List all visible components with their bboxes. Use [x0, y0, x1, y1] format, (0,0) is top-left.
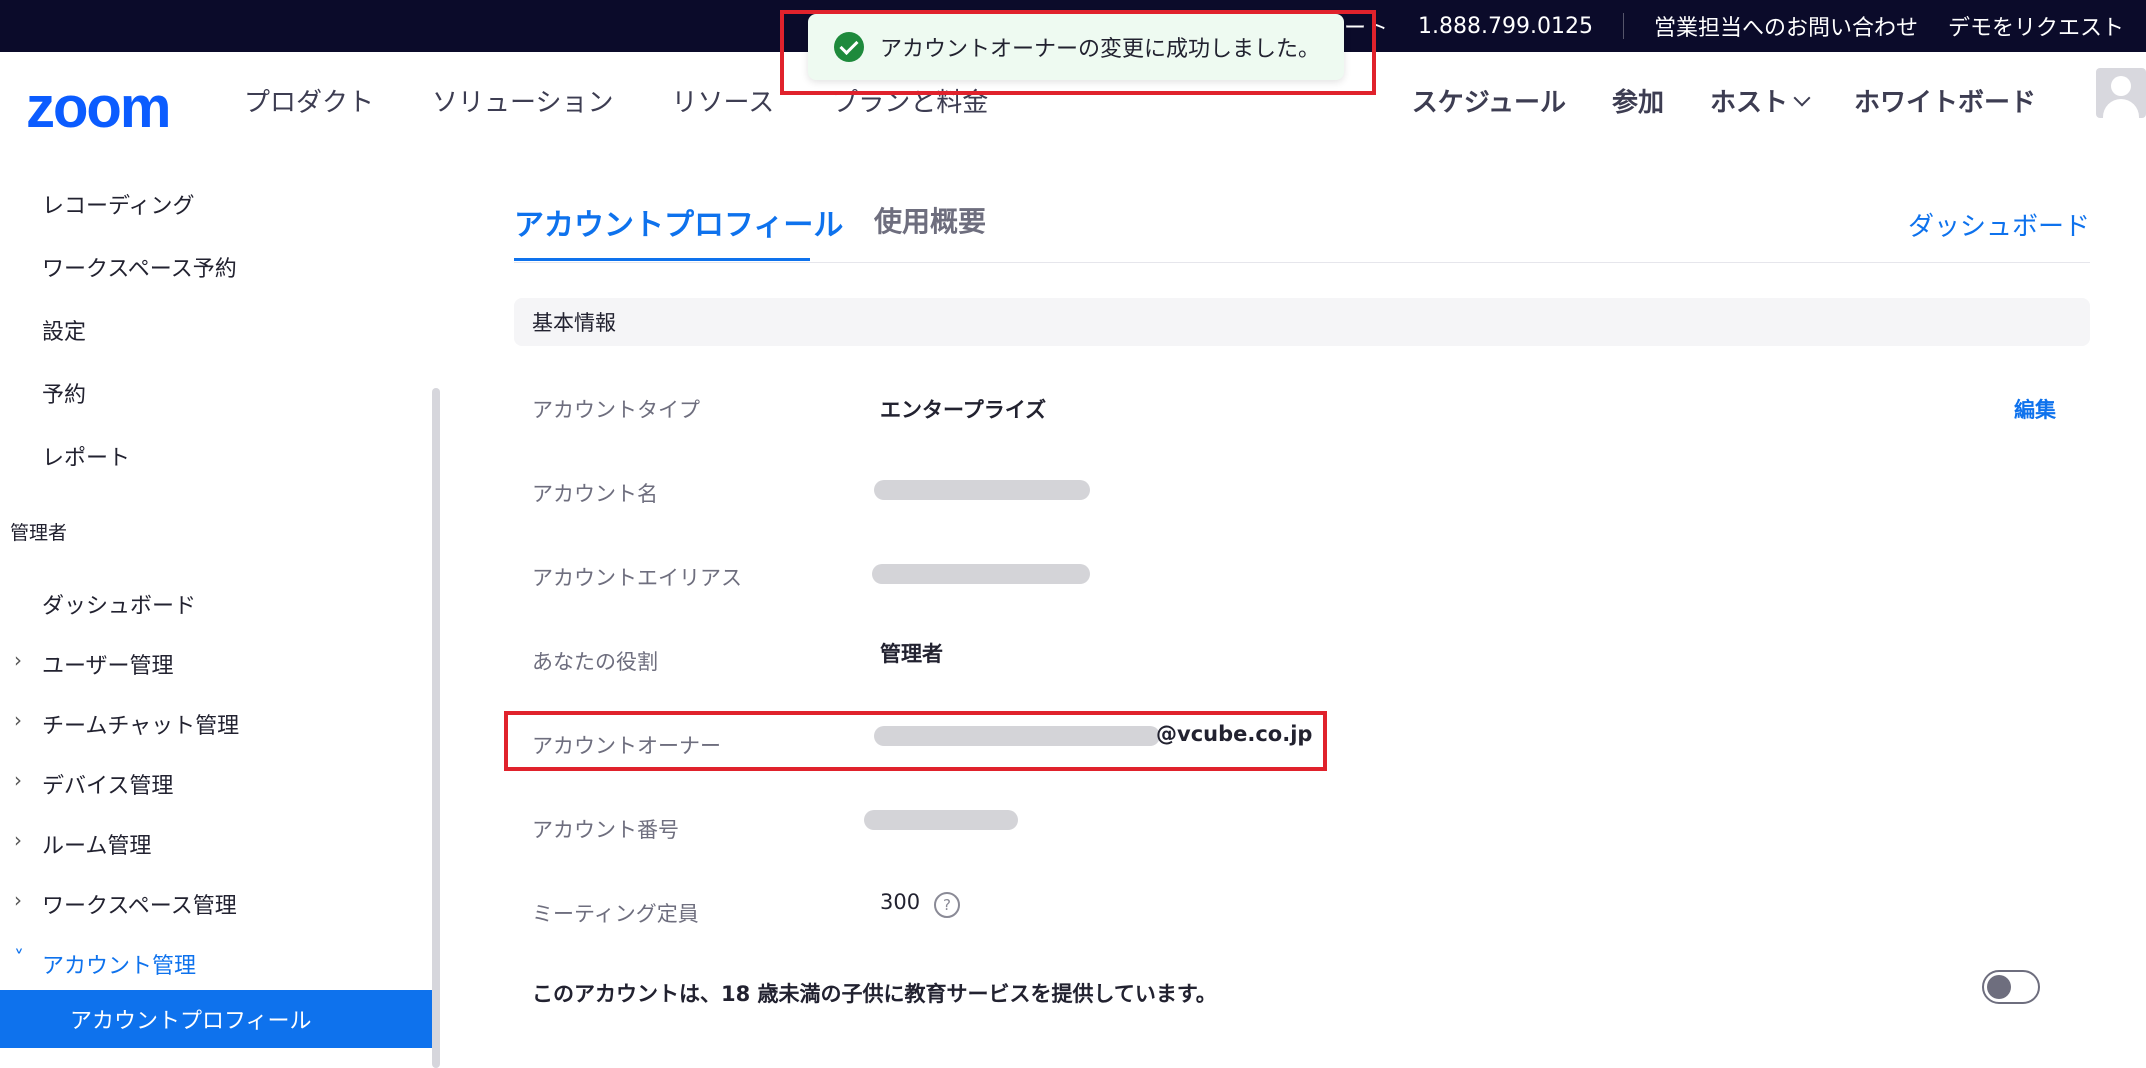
- toast-highlight-box: [780, 10, 1376, 95]
- meeting-capacity-label: ミーティング定員: [532, 902, 699, 926]
- meeting-capacity-value: 300: [880, 890, 921, 914]
- divider: [1622, 13, 1624, 39]
- chevron-right-icon: ›: [14, 888, 22, 912]
- tab-bar: アカウントプロフィール 使用概要 ダッシュボード: [514, 200, 2090, 263]
- account-type-value: エンタープライズ: [880, 398, 1047, 422]
- teen-education-toggle[interactable]: [1982, 970, 2040, 1004]
- role-label: あなたの役割: [532, 650, 658, 674]
- nav-host-label: ホスト: [1709, 88, 1788, 118]
- sidebar-item-user-management[interactable]: ユーザー管理: [42, 648, 174, 680]
- sidebar-item-recording[interactable]: レコーディング: [42, 188, 194, 220]
- redacted-account-number: [864, 810, 1018, 830]
- account-alias-label: アカウントエイリアス: [532, 566, 742, 590]
- utility-links: サポート 1.888.799.0125 営業担当へのお問い合わせ デモをリクエス…: [1270, 0, 2124, 52]
- sidebar-item-reservation[interactable]: 予約: [42, 377, 86, 409]
- toggle-knob: [1987, 975, 2011, 999]
- chevron-down-icon: [1793, 89, 1811, 106]
- sidebar-item-label: アカウントプロフィール: [70, 1009, 312, 1034]
- sidebar-item-report[interactable]: レポート: [42, 440, 130, 472]
- dashboard-link[interactable]: ダッシュボード: [1908, 206, 2090, 243]
- role-value: 管理者: [880, 642, 943, 666]
- nav-right: スケジュール 参加 ホスト ホワイトボード: [1366, 82, 2036, 119]
- chevron-right-icon: ›: [14, 768, 22, 792]
- account-type-label: アカウントタイプ: [532, 398, 700, 422]
- edit-button[interactable]: 編集: [2014, 394, 2056, 424]
- section-title: 基本情報: [532, 311, 616, 335]
- nav-join[interactable]: 参加: [1612, 82, 1664, 119]
- avatar-icon[interactable]: [2096, 68, 2146, 118]
- chevron-right-icon: ›: [14, 708, 22, 732]
- basic-info-section-header: 基本情報: [514, 298, 2090, 346]
- sidebar: レコーディング ワークスペース予約 設定 予約 レポート 管理者 ダッシュボード…: [0, 148, 440, 1068]
- tab-usage-overview[interactable]: 使用概要: [874, 200, 986, 240]
- nav-whiteboard[interactable]: ホワイトボード: [1854, 82, 2036, 119]
- sidebar-item-room-management[interactable]: ルーム管理: [42, 828, 151, 860]
- nav-schedule[interactable]: スケジュール: [1412, 82, 1566, 119]
- zoom-logo[interactable]: zoom: [26, 74, 171, 141]
- redacted-account-name: [874, 480, 1090, 500]
- sidebar-item-account-management[interactable]: アカウント管理: [42, 948, 196, 980]
- tab-account-profile[interactable]: アカウントプロフィール: [514, 200, 843, 260]
- sidebar-item-workspace-reservation[interactable]: ワークスペース予約: [42, 251, 237, 283]
- sidebar-item-settings[interactable]: 設定: [42, 314, 86, 346]
- nav-host[interactable]: ホスト: [1709, 82, 1811, 119]
- owner-highlight-box: [504, 711, 1327, 771]
- sidebar-admin-header: 管理者: [10, 522, 68, 544]
- phone-link[interactable]: 1.888.799.0125: [1418, 14, 1593, 39]
- account-name-label: アカウント名: [532, 482, 658, 506]
- chevron-right-icon: ›: [14, 648, 22, 672]
- sidebar-scrollbar[interactable]: [432, 388, 440, 1068]
- chevron-down-icon: ˅: [14, 946, 24, 970]
- contact-sales-link[interactable]: 営業担当へのお問い合わせ: [1654, 10, 1918, 42]
- sidebar-item-dashboard[interactable]: ダッシュボード: [42, 588, 196, 620]
- sidebar-item-team-chat-management[interactable]: チームチャット管理: [42, 708, 239, 740]
- sidebar-item-workspace-management[interactable]: ワークスペース管理: [42, 888, 237, 920]
- sidebar-item-account-profile[interactable]: アカウントプロフィール: [0, 990, 432, 1048]
- redacted-account-alias: [872, 564, 1090, 584]
- main-content: アカウントプロフィール 使用概要 ダッシュボード 基本情報 アカウントタイプ エ…: [440, 148, 2146, 1063]
- help-icon[interactable]: ?: [934, 892, 960, 918]
- account-number-label: アカウント番号: [532, 818, 679, 842]
- nav-products[interactable]: プロダクト: [244, 82, 374, 119]
- nav-resources[interactable]: リソース: [672, 82, 775, 119]
- teen-education-notice: このアカウントは、18 歳未満の子供に教育サービスを提供しています。: [532, 982, 1217, 1006]
- request-demo-link[interactable]: デモをリクエスト: [1948, 10, 2124, 42]
- nav-solutions[interactable]: ソリューション: [432, 82, 613, 119]
- active-tab-underline: [514, 258, 810, 261]
- sidebar-item-device-management[interactable]: デバイス管理: [42, 768, 173, 800]
- chevron-right-icon: ›: [14, 828, 22, 852]
